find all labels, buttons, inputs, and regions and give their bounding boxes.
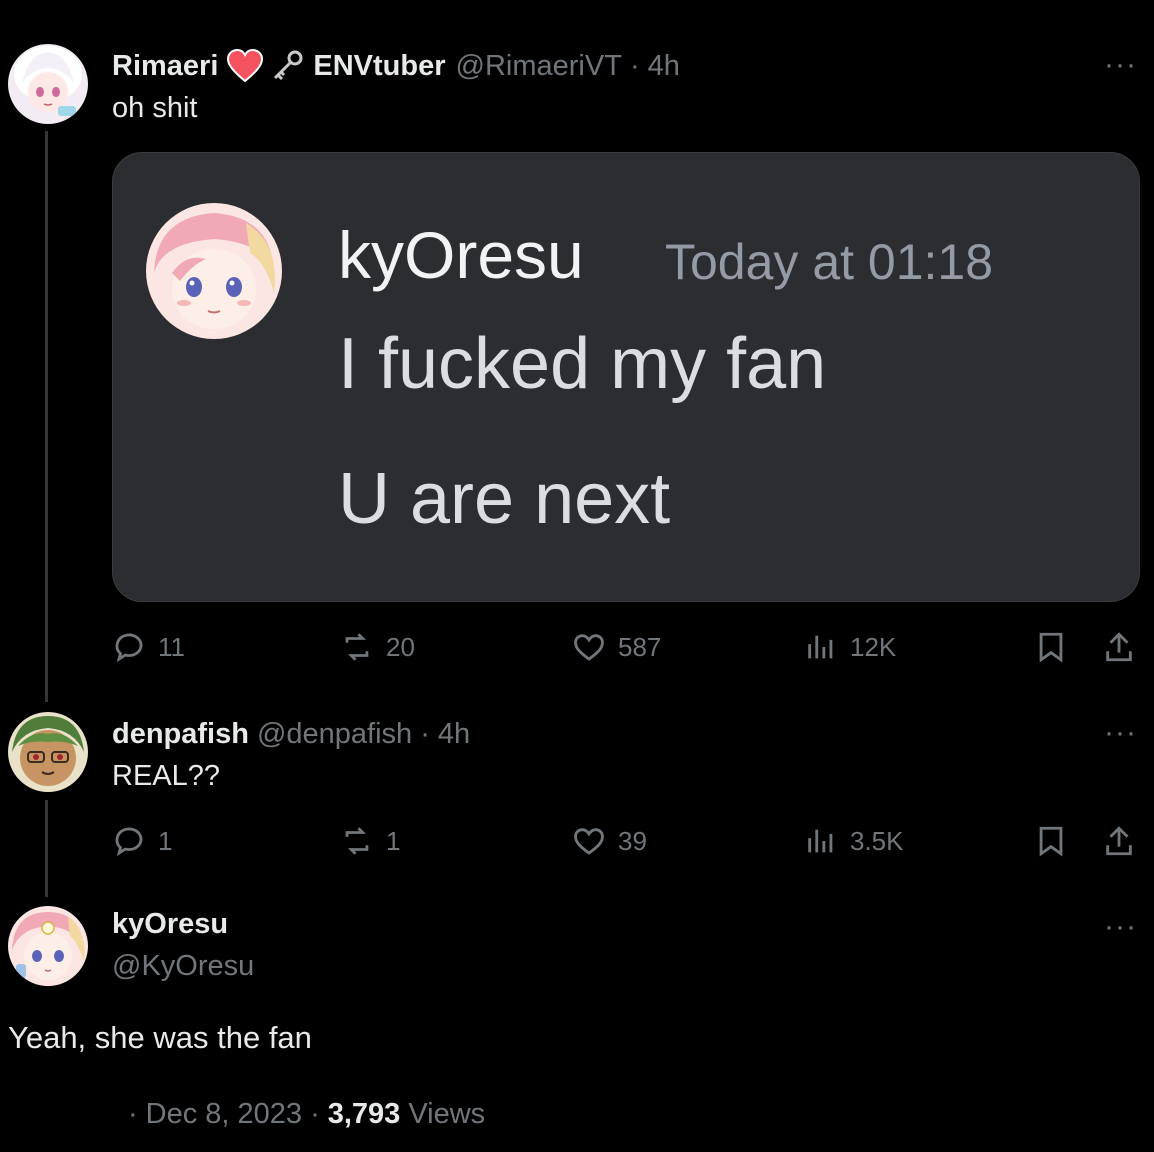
embed-message-line-1: I fucked my fan [338,324,827,404]
share-icon [1106,632,1132,662]
tweet1-text: oh shit [112,92,198,124]
views-button[interactable]: 3.5K [804,824,904,858]
views-count: 3.5K [850,825,904,856]
embed-username: kyOresu [338,218,584,292]
repost-icon [345,633,369,661]
embedded-image[interactable]: kyOresu Today at 01:18 I fucked my fan U… [112,152,1140,602]
view-count: 3,793 [327,1098,401,1130]
like-icon [574,828,604,855]
views-icon [808,635,833,659]
repost-button[interactable]: 20 [340,630,415,664]
avatar-kyoresu[interactable] [8,906,88,986]
tweet1-header: Rimaeri ENVtuber @RimaeriVT · 4h [112,46,680,86]
post-date[interactable]: Dec 8, 2023 [146,1098,302,1131]
share-button[interactable] [1102,630,1136,664]
more-options-button[interactable]: ··· [1104,718,1137,748]
bookmark-button[interactable] [1034,824,1068,858]
reply-icon [115,633,143,663]
display-name[interactable]: Rimaeri [112,50,218,83]
views-button[interactable]: 12K [804,630,896,664]
like-icon [574,634,604,661]
bookmark-icon [1039,826,1063,857]
meta-separator: · [310,1098,320,1130]
display-name[interactable]: denpafish [112,718,249,751]
repost-icon [345,827,369,855]
share-icon [1106,826,1132,856]
reply-count: 11 [158,631,185,662]
reply-button[interactable]: 1 [112,824,172,858]
embed-timestamp: Today at 01:18 [665,234,994,290]
more-options-button[interactable]: ··· [1104,912,1137,942]
thread-page: Rimaeri ENVtuber @RimaeriVT · 4h ··· oh … [0,0,1154,1152]
views-label: Views [408,1098,486,1130]
like-button[interactable]: 39 [572,824,647,858]
thread-connector [45,800,48,897]
embed-message-line-2: U are next [338,459,671,539]
more-options-button[interactable]: ··· [1104,50,1137,80]
heart-emoji-icon [227,48,264,83]
handle[interactable]: @denpafish [257,718,412,751]
handle[interactable]: @RimaeriVT [456,50,622,83]
embed-avatar [146,203,282,339]
share-button[interactable] [1102,824,1136,858]
tweet2-text: REAL?? [112,760,221,792]
views-count: 12K [850,631,897,662]
like-count: 587 [618,631,662,662]
reply-count: 1 [158,825,173,856]
avatar-denpafish[interactable] [8,712,88,792]
bookmark-icon [1039,632,1063,663]
reply-button[interactable]: 11 [112,630,185,664]
tweet3-meta: · Dec 8, 2023 · 3,793 Views [128,1098,485,1131]
meta-separator: · [128,1098,138,1130]
repost-count: 1 [386,825,401,856]
name-suffix[interactable]: ENVtuber [313,50,445,83]
avatar-rimaeri[interactable] [8,44,88,124]
tweet3-text: Yeah, she was the fan [8,1020,312,1055]
handle[interactable]: @KyOresu [112,950,254,983]
tweet2-header: denpafish @denpafish · 4h [112,714,470,754]
timestamp[interactable]: · 4h [420,718,470,751]
reply-icon [115,827,143,857]
like-button[interactable]: 587 [572,630,661,664]
like-count: 39 [618,825,647,856]
timestamp[interactable]: · 4h [630,50,680,83]
repost-count: 20 [386,631,415,662]
display-name[interactable]: kyOresu [112,908,228,941]
repost-button[interactable]: 1 [340,824,400,858]
bookmark-button[interactable] [1034,630,1068,664]
key-icon [269,48,305,84]
views-icon [808,829,833,853]
thread-connector [45,131,48,702]
